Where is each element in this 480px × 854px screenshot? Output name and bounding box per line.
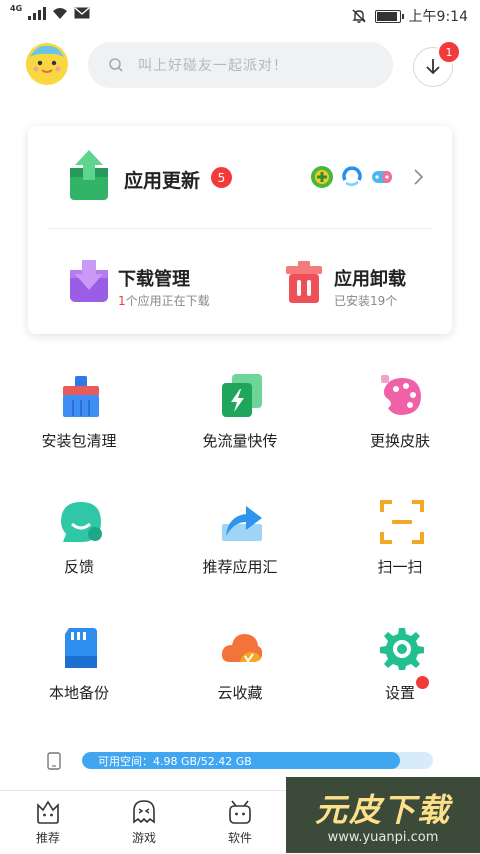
nav-label: 游戏 xyxy=(131,831,156,845)
network-type: 4G xyxy=(10,3,23,13)
search-icon xyxy=(109,58,123,72)
lightning-transfer-icon xyxy=(222,374,262,417)
palette-icon xyxy=(381,375,421,415)
pending-update-apps xyxy=(310,165,394,189)
scan-icon xyxy=(380,500,424,544)
gear-icon xyxy=(380,628,424,670)
search-placeholder: 叫上好碰友一起派对！ xyxy=(138,58,288,74)
tool-label: 本地备份 xyxy=(48,684,109,702)
tool-label: 更换皮肤 xyxy=(369,432,430,450)
tool-item-quick-transfer[interactable]: 免流量快传 xyxy=(170,374,310,474)
tool-item-cloud-favorites[interactable]: 云收藏 xyxy=(170,626,310,726)
wifi-icon xyxy=(53,7,68,19)
header: 叫上好碰友一起派对！ xyxy=(0,40,480,92)
software-icon xyxy=(229,800,251,824)
tool-label: 扫一扫 xyxy=(377,558,423,576)
sd-card-icon xyxy=(65,628,97,668)
mute-bell-icon xyxy=(351,9,366,23)
tool-label: 云收藏 xyxy=(217,684,263,702)
storage-text: 可用空间：4.98 GB/52.42 GB xyxy=(98,755,252,768)
browser-app-icon xyxy=(341,166,363,188)
tool-item-settings[interactable]: 设置 xyxy=(330,626,470,726)
tool-item-change-skin[interactable]: 更换皮肤 xyxy=(330,374,470,474)
storage-bar: 可用空间：4.98 GB/52.42 GB xyxy=(82,752,433,769)
download-manager-title: 下载管理 xyxy=(118,269,190,290)
share-arrow-icon xyxy=(222,506,262,541)
app-update-icon xyxy=(70,150,108,200)
app-management-card: 应用更新 5 下载管理 1个应用正在下载 应用卸载 已安装19个 xyxy=(28,126,452,334)
tool-item-scan[interactable]: 扫一扫 xyxy=(330,500,470,600)
uninstall-title: 应用卸载 xyxy=(334,269,406,290)
download-manager-icon xyxy=(70,260,108,302)
tool-label: 设置 xyxy=(384,684,415,702)
tool-label: 安装包清理 xyxy=(41,432,117,450)
recommend-icon xyxy=(37,800,59,824)
watermark-title: 元皮下载 xyxy=(314,791,451,829)
chevron-right-icon xyxy=(414,169,424,185)
trash-icon xyxy=(286,261,322,303)
tool-item-feedback[interactable]: 反馈 xyxy=(9,500,149,600)
battery-icon xyxy=(374,9,404,23)
status-time: 上午9:14 xyxy=(408,9,468,25)
app-update-label: 应用更新 xyxy=(124,170,201,192)
nav-label: 推荐 xyxy=(35,831,60,845)
signal-icon xyxy=(28,6,47,20)
card-divider xyxy=(48,228,432,229)
tool-label: 免流量快传 xyxy=(202,432,278,450)
broom-icon xyxy=(63,376,99,417)
phone-storage-icon xyxy=(47,752,61,770)
app-update-badge: 5 xyxy=(211,167,232,188)
tool-label: 推荐应用汇 xyxy=(202,558,278,576)
game-center-app-icon xyxy=(372,171,392,183)
download-badge: 1 xyxy=(437,40,461,64)
tool-label: 反馈 xyxy=(63,558,94,576)
360-app-icon xyxy=(311,166,333,188)
feedback-icon xyxy=(61,502,102,542)
cloud-icon xyxy=(221,634,263,663)
game-icon xyxy=(133,800,155,824)
nav-item-software[interactable]: 软件 xyxy=(210,799,270,846)
nav-label: 软件 xyxy=(227,831,252,845)
mail-icon xyxy=(74,7,90,19)
watermark-url: www.yuanpi.com xyxy=(327,830,439,845)
status-bar: 4G 上午9:14 xyxy=(0,0,480,32)
settings-notification-dot xyxy=(416,676,429,689)
watermark: 元皮下载 www.yuanpi.com xyxy=(286,777,480,853)
avatar[interactable] xyxy=(26,43,68,85)
nav-item-games[interactable]: 游戏 xyxy=(114,799,174,846)
nav-item-recommend[interactable]: 推荐 xyxy=(18,799,78,846)
uninstall-subtitle: 已安装19个 xyxy=(334,294,398,308)
tool-item-local-backup[interactable]: 本地备份 xyxy=(9,626,149,726)
download-manager-subtitle: 1个应用正在下载 xyxy=(118,294,210,308)
tool-item-package-cleanup[interactable]: 安装包清理 xyxy=(9,374,149,474)
tool-item-recommend-apps[interactable]: 推荐应用汇 xyxy=(170,500,310,600)
search-bar[interactable]: 叫上好碰友一起派对！ xyxy=(88,42,393,88)
